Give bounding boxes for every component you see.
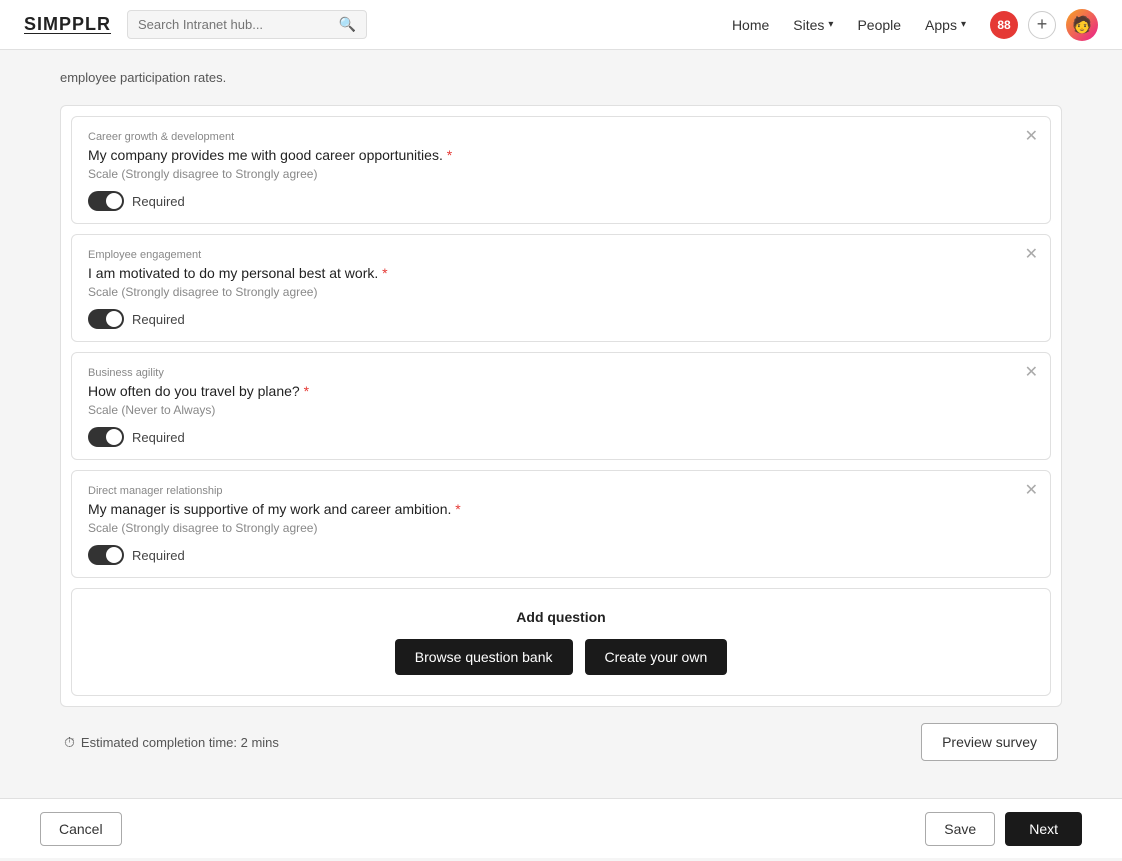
remove-question-button[interactable]: ✕ <box>1025 365 1038 381</box>
required-toggle[interactable] <box>88 427 124 447</box>
search-bar[interactable]: 🔍 <box>127 10 367 39</box>
notification-badge[interactable]: 88 <box>990 11 1018 39</box>
question-card: ✕ Employee engagement I am motivated to … <box>71 234 1051 342</box>
toggle-label: Required <box>132 194 185 209</box>
toggle-row: Required <box>88 309 1034 329</box>
search-icon[interactable]: 🔍 <box>339 16 356 33</box>
question-card: ✕ Business agility How often do you trav… <box>71 352 1051 460</box>
remove-question-button[interactable]: ✕ <box>1025 129 1038 145</box>
app-header: SIMPPLR 🔍 Home Sites ▾ People Apps ▾ 88 … <box>0 0 1122 50</box>
toggle-row: Required <box>88 545 1034 565</box>
question-scale: Scale (Never to Always) <box>88 403 1034 417</box>
question-scale: Scale (Strongly disagree to Strongly agr… <box>88 521 1034 535</box>
add-question-buttons: Browse question bank Create your own <box>92 639 1030 675</box>
app-logo: SIMPPLR <box>24 14 111 35</box>
add-question-title: Add question <box>92 609 1030 625</box>
question-text: I am motivated to do my personal best at… <box>88 265 1034 281</box>
question-text: My manager is supportive of my work and … <box>88 501 1034 517</box>
toggle-row: Required <box>88 427 1034 447</box>
cancel-button[interactable]: Cancel <box>40 812 122 846</box>
clock-icon: ⏱ <box>64 734 75 751</box>
save-button[interactable]: Save <box>925 812 995 846</box>
question-card: ✕ Career growth & development My company… <box>71 116 1051 224</box>
required-star: * <box>304 383 309 399</box>
question-category: Career growth & development <box>88 131 1034 143</box>
toggle-label: Required <box>132 430 185 445</box>
required-toggle[interactable] <box>88 309 124 329</box>
avatar[interactable]: 🧑 <box>1066 9 1098 41</box>
question-card: ✕ Direct manager relationship My manager… <box>71 470 1051 578</box>
main-content: employee participation rates. ✕ Career g… <box>0 50 1122 861</box>
add-button[interactable]: + <box>1028 11 1056 39</box>
questions-container: ✕ Career growth & development My company… <box>60 105 1062 707</box>
next-button[interactable]: Next <box>1005 812 1082 846</box>
question-text: My company provides me with good career … <box>88 147 1034 163</box>
nav-sites[interactable]: Sites ▾ <box>793 17 833 33</box>
question-category: Employee engagement <box>88 249 1034 261</box>
intro-text: employee participation rates. <box>60 70 1062 85</box>
browse-question-bank-button[interactable]: Browse question bank <box>395 639 573 675</box>
toggle-row: Required <box>88 191 1034 211</box>
toggle-label: Required <box>132 548 185 563</box>
search-input[interactable] <box>138 17 339 32</box>
completion-time-text: Estimated completion time: 2 mins <box>81 735 279 750</box>
question-text: How often do you travel by plane? * <box>88 383 1034 399</box>
required-star: * <box>447 147 452 163</box>
chevron-down-icon: ▾ <box>961 19 966 30</box>
nav-apps[interactable]: Apps ▾ <box>925 17 966 33</box>
remove-question-button[interactable]: ✕ <box>1025 247 1038 263</box>
required-toggle[interactable] <box>88 191 124 211</box>
required-star: * <box>382 265 387 281</box>
header-actions: 88 + 🧑 <box>990 9 1098 41</box>
toggle-label: Required <box>132 312 185 327</box>
preview-survey-button[interactable]: Preview survey <box>921 723 1058 761</box>
required-star: * <box>455 501 460 517</box>
question-scale: Scale (Strongly disagree to Strongly agr… <box>88 285 1034 299</box>
remove-question-button[interactable]: ✕ <box>1025 483 1038 499</box>
completion-time: ⏱ Estimated completion time: 2 mins <box>64 734 279 751</box>
main-nav: Home Sites ▾ People Apps ▾ <box>732 17 966 33</box>
required-toggle[interactable] <box>88 545 124 565</box>
chevron-down-icon: ▾ <box>828 19 833 30</box>
nav-home[interactable]: Home <box>732 17 769 33</box>
footer-right-actions: Save Next <box>925 812 1082 846</box>
add-question-section: Add question Browse question bank Create… <box>71 588 1051 696</box>
bottom-info: ⏱ Estimated completion time: 2 mins Prev… <box>60 723 1062 761</box>
question-category: Business agility <box>88 367 1034 379</box>
question-scale: Scale (Strongly disagree to Strongly agr… <box>88 167 1034 181</box>
create-your-own-button[interactable]: Create your own <box>585 639 728 675</box>
question-category: Direct manager relationship <box>88 485 1034 497</box>
page-footer: Cancel Save Next <box>0 798 1122 858</box>
nav-people[interactable]: People <box>857 17 901 33</box>
